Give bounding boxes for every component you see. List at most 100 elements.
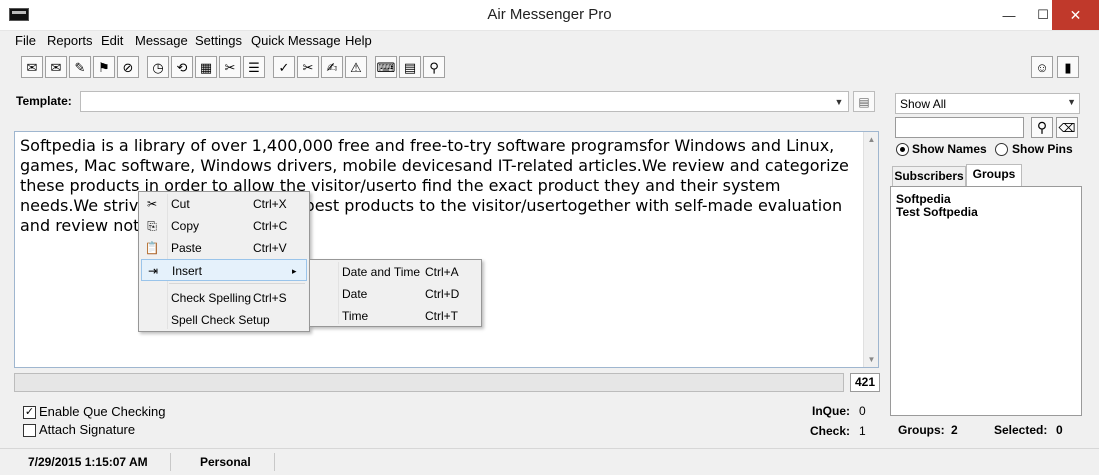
menu-item-shortcut: Ctrl+C: [253, 219, 288, 233]
menu-item-shortcut: Ctrl+T: [425, 309, 458, 323]
paste-icon[interactable]: ✍: [321, 56, 343, 78]
subscriber-search-input[interactable]: [895, 117, 1024, 138]
menu-item-shortcut: Ctrl+D: [425, 287, 460, 301]
toolbar: ✉ ✉ ✎ ⚑ ⊘ ◷ ⟲ ▦ ✂ ☰ ✓ ✂ ✍ ⚠ ⌨ ▤ ⚲ ☺ ▮: [0, 52, 1099, 83]
template-list-icon[interactable]: ▤: [853, 91, 875, 112]
selected-count-value: 0: [1056, 423, 1063, 437]
paste-icon: 📋: [144, 241, 160, 255]
user-icon[interactable]: ☺: [1031, 56, 1053, 78]
eraser-icon[interactable]: ⌫: [1056, 117, 1078, 138]
menu-item-label: Copy: [171, 219, 200, 233]
list-icon[interactable]: ☰: [243, 56, 265, 78]
send-message-icon[interactable]: ✉: [45, 56, 67, 78]
menu-item-date-and-time[interactable]: Date and Time Ctrl+A: [312, 261, 479, 283]
menu-item-shortcut: Ctrl+S: [253, 291, 287, 305]
scroll-down-icon[interactable]: ▼: [864, 352, 879, 367]
tab-subscribers[interactable]: Subscribers: [892, 166, 966, 186]
inque-value: 0: [859, 404, 866, 418]
scroll-up-icon[interactable]: ▲: [864, 132, 879, 147]
show-filter-select[interactable]: Show All ▼: [895, 93, 1080, 114]
enable-que-label: Enable Que Checking: [39, 404, 166, 419]
spellcheck-icon[interactable]: ✓: [273, 56, 295, 78]
keyboard-icon[interactable]: ⌨: [375, 56, 397, 78]
insert-submenu: Date and Time Ctrl+A Date Ctrl+D Time Ct…: [309, 259, 482, 327]
list-item[interactable]: Softpedia: [896, 192, 951, 206]
copy-icon: ⎘: [147, 219, 157, 233]
menu-item-label: Check Spelling: [171, 291, 252, 305]
show-names-label: Show Names: [912, 142, 987, 156]
warning-icon[interactable]: ⚠: [345, 56, 367, 78]
menu-edit[interactable]: Edit: [101, 33, 123, 48]
menu-message[interactable]: Message: [135, 33, 188, 48]
enable-que-checkbox[interactable]: ✓: [23, 406, 36, 419]
menu-file[interactable]: File: [15, 33, 36, 48]
menu-item-label: Date: [342, 287, 368, 301]
exit-door-icon[interactable]: ▮: [1057, 56, 1079, 78]
tab-groups[interactable]: Groups: [966, 164, 1022, 186]
character-count: 421: [850, 373, 880, 392]
template-label: Template:: [16, 94, 72, 108]
show-pins-radio[interactable]: [995, 143, 1008, 156]
show-filter-value: Show All: [900, 97, 947, 111]
minimize-button[interactable]: —: [992, 0, 1026, 30]
status-datetime: 7/29/2015 1:15:07 AM: [28, 455, 148, 469]
submenu-arrow-icon: ▸: [292, 266, 297, 276]
menu-item-label: Time: [342, 309, 369, 323]
status-divider: [170, 453, 171, 471]
menu-item-label: Insert: [172, 264, 203, 278]
context-menu: ✂ Cut Ctrl+X ⎘ Copy Ctrl+C 📋 Paste Ctrl+…: [138, 191, 310, 332]
selected-count-label: Selected:: [994, 423, 1048, 437]
editor-scrollbar[interactable]: ▲ ▼: [863, 132, 878, 367]
menu-item-cut[interactable]: ✂ Cut Ctrl+X: [141, 193, 307, 215]
menu-item-shortcut: Ctrl+V: [253, 241, 287, 255]
menu-item-shortcut: Ctrl+X: [253, 197, 287, 211]
menu-item-check-spelling[interactable]: Check Spelling Ctrl+S: [141, 287, 307, 309]
insert-icon: ⇥: [147, 264, 159, 278]
attach-signature-checkbox[interactable]: [23, 424, 36, 437]
menu-bar: File Reports Edit Message Settings Quick…: [0, 31, 1099, 51]
menu-quick-message[interactable]: Quick Message: [251, 33, 341, 48]
chevron-down-icon[interactable]: ▼: [832, 95, 846, 109]
cut-icon[interactable]: ✂: [297, 56, 319, 78]
calendar-icon[interactable]: ▦: [195, 56, 217, 78]
new-message-icon[interactable]: ✉: [21, 56, 43, 78]
antenna-icon[interactable]: ⚲: [423, 56, 445, 78]
chevron-down-icon[interactable]: ▼: [1067, 97, 1076, 107]
attach-signature-label: Attach Signature: [39, 422, 136, 437]
check-label: Check:: [810, 424, 851, 438]
flag-icon[interactable]: ⚑: [93, 56, 115, 78]
list-item[interactable]: Test Softpedia: [896, 205, 978, 219]
status-profile: Personal: [200, 455, 251, 469]
check-value: 1: [859, 424, 866, 438]
cut-icon: ✂: [146, 197, 158, 211]
menu-separator: [169, 283, 305, 284]
close-button[interactable]: ✕: [1052, 0, 1099, 30]
block-icon[interactable]: ⊘: [117, 56, 139, 78]
groups-list[interactable]: Softpedia Test Softpedia: [890, 186, 1082, 416]
edit-icon[interactable]: ✎: [69, 56, 91, 78]
menu-item-copy[interactable]: ⎘ Copy Ctrl+C: [141, 215, 307, 237]
scissors-icon[interactable]: ✂: [219, 56, 241, 78]
status-divider: [274, 453, 275, 471]
menu-item-insert[interactable]: ⇥ Insert ▸: [141, 259, 307, 281]
show-pins-label: Show Pins: [1012, 142, 1073, 156]
template-select[interactable]: ▼: [80, 91, 849, 112]
menu-settings[interactable]: Settings: [195, 33, 242, 48]
groups-count-label: Groups:: [898, 423, 945, 437]
menu-reports[interactable]: Reports: [47, 33, 93, 48]
send-progress-bar: [14, 373, 844, 392]
inque-label: InQue:: [812, 404, 850, 418]
refresh-icon[interactable]: ⟲: [171, 56, 193, 78]
clock-icon[interactable]: ◷: [147, 56, 169, 78]
menu-item-paste[interactable]: 📋 Paste Ctrl+V: [141, 237, 307, 259]
search-icon[interactable]: ⚲: [1031, 117, 1053, 138]
menu-item-spell-check-setup[interactable]: Spell Check Setup: [141, 309, 307, 331]
menu-item-time[interactable]: Time Ctrl+T: [312, 305, 479, 327]
show-names-radio[interactable]: [896, 143, 909, 156]
menu-item-label: Spell Check Setup: [171, 313, 270, 327]
menu-item-shortcut: Ctrl+A: [425, 265, 459, 279]
menu-help[interactable]: Help: [345, 33, 372, 48]
menu-item-date[interactable]: Date Ctrl+D: [312, 283, 479, 305]
status-bar: 7/29/2015 1:15:07 AM Personal: [0, 448, 1099, 475]
terminal-icon[interactable]: ▤: [399, 56, 421, 78]
